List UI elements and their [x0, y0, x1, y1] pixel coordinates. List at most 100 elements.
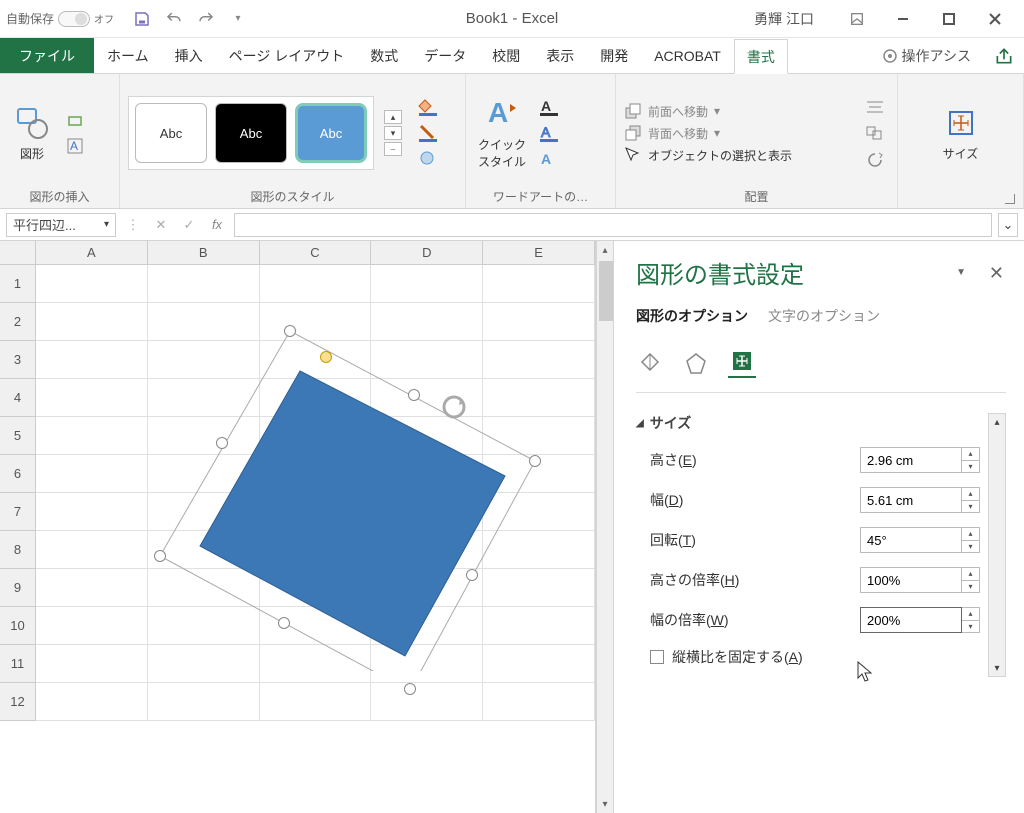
pane-close-icon[interactable]: ✕: [989, 263, 1004, 284]
cell[interactable]: [36, 645, 148, 683]
cell[interactable]: [36, 531, 148, 569]
resize-handle[interactable]: [284, 325, 296, 337]
spin-up-icon[interactable]: ▴: [962, 568, 979, 581]
gallery-expand[interactable]: ▴ ▾ ⎯: [384, 110, 402, 156]
cell[interactable]: [36, 265, 148, 303]
resize-handle[interactable]: [529, 455, 541, 467]
row-header[interactable]: 12: [0, 683, 36, 721]
shape-parallelogram[interactable]: [160, 331, 540, 671]
rotation-handle[interactable]: [320, 351, 332, 363]
row-header[interactable]: 6: [0, 455, 36, 493]
scale-height-spinner[interactable]: ▴▾: [962, 567, 980, 593]
size-properties-icon[interactable]: [728, 350, 756, 378]
text-box-icon[interactable]: A: [62, 135, 90, 157]
row-header[interactable]: 7: [0, 493, 36, 531]
scroll-down-icon[interactable]: ▾: [597, 795, 613, 813]
fbar-more-icon[interactable]: ⋮: [122, 213, 144, 237]
cell[interactable]: [371, 265, 483, 303]
spin-down-icon[interactable]: ▾: [962, 501, 979, 513]
col-header[interactable]: B: [148, 241, 260, 264]
edit-shape-icon[interactable]: [62, 109, 90, 131]
tab-page-layout[interactable]: ページ レイアウト: [216, 38, 358, 73]
scale-width-spinner[interactable]: ▴▾: [962, 607, 980, 633]
cell[interactable]: [36, 417, 148, 455]
formula-expand-icon[interactable]: ⌄: [998, 213, 1018, 237]
col-header[interactable]: E: [483, 241, 595, 264]
cell[interactable]: [36, 303, 148, 341]
scroll-up-icon[interactable]: ▴: [597, 241, 613, 259]
spin-up-icon[interactable]: ▴: [962, 528, 979, 541]
cell[interactable]: [36, 607, 148, 645]
col-header[interactable]: C: [260, 241, 372, 264]
tab-home[interactable]: ホーム: [94, 38, 162, 73]
row-header[interactable]: 8: [0, 531, 36, 569]
style-preset-black[interactable]: Abc: [215, 103, 287, 163]
gallery-up-icon[interactable]: ▴: [384, 110, 402, 124]
align-icon[interactable]: [861, 96, 889, 118]
quick-style-button[interactable]: A クイック スタイル: [474, 92, 530, 174]
cell[interactable]: [483, 265, 595, 303]
qat-customize-icon[interactable]: ▾: [228, 9, 248, 29]
tab-view[interactable]: 表示: [533, 38, 587, 73]
undo-icon[interactable]: [164, 9, 184, 29]
user-name[interactable]: 勇輝 江口: [754, 9, 814, 29]
row-header[interactable]: 4: [0, 379, 36, 417]
resize-handle[interactable]: [278, 617, 290, 629]
row-header[interactable]: 9: [0, 569, 36, 607]
tab-tell-me[interactable]: 操作アシス: [869, 38, 984, 73]
style-gallery[interactable]: Abc Abc Abc: [128, 96, 374, 170]
text-outline-icon[interactable]: A: [536, 122, 564, 144]
pane-tab-shape-options[interactable]: 図形のオプション: [636, 306, 748, 330]
dialog-launcher-icon[interactable]: [1005, 194, 1015, 204]
rotation-spinner[interactable]: ▴▾: [962, 527, 980, 553]
save-icon[interactable]: [132, 9, 152, 29]
tab-formulas[interactable]: 数式: [357, 38, 411, 73]
cell[interactable]: [36, 493, 148, 531]
formula-input[interactable]: [234, 213, 992, 237]
shapes-button[interactable]: 図形: [8, 101, 56, 166]
tab-format[interactable]: 書式: [734, 39, 788, 74]
share-icon[interactable]: [984, 38, 1024, 73]
resize-handle[interactable]: [154, 550, 166, 562]
tab-insert[interactable]: 挿入: [162, 38, 216, 73]
scroll-up-icon[interactable]: ▴: [989, 414, 1005, 430]
spin-up-icon[interactable]: ▴: [962, 448, 979, 461]
scale-height-input[interactable]: [860, 567, 962, 593]
close-button[interactable]: [972, 2, 1018, 36]
scroll-down-icon[interactable]: ▾: [989, 660, 1005, 676]
shape-fill-icon[interactable]: [414, 96, 442, 118]
pane-tab-text-options[interactable]: 文字のオプション: [768, 306, 880, 330]
cell[interactable]: [36, 455, 148, 493]
autosave-toggle[interactable]: [58, 11, 90, 27]
width-input[interactable]: [860, 487, 962, 513]
height-spinner[interactable]: ▴▾: [962, 447, 980, 473]
style-preset-blue[interactable]: Abc: [295, 103, 367, 163]
text-fill-icon[interactable]: A: [536, 96, 564, 118]
autosave-control[interactable]: 自動保存 オフ: [6, 10, 114, 27]
scroll-thumb[interactable]: [599, 261, 613, 321]
ribbon-options-icon[interactable]: [834, 2, 880, 36]
cell[interactable]: [36, 569, 148, 607]
resize-handle[interactable]: [404, 683, 416, 695]
fx-icon[interactable]: fx: [206, 213, 228, 237]
tab-file[interactable]: ファイル: [0, 38, 94, 73]
tab-review[interactable]: 校閲: [479, 38, 533, 73]
redo-icon[interactable]: [196, 9, 216, 29]
cell[interactable]: [483, 683, 595, 721]
spin-up-icon[interactable]: ▴: [962, 608, 979, 621]
enter-icon[interactable]: ✓: [178, 213, 200, 237]
row-header[interactable]: 11: [0, 645, 36, 683]
resize-handle[interactable]: [216, 437, 228, 449]
minimize-button[interactable]: [880, 2, 926, 36]
bring-forward-button[interactable]: 前面へ移動 ▾: [624, 102, 792, 120]
group-icon[interactable]: [861, 122, 889, 144]
row-header[interactable]: 3: [0, 341, 36, 379]
text-effects-icon[interactable]: A: [536, 148, 564, 170]
resize-handle[interactable]: [466, 569, 478, 581]
shape-outline-icon[interactable]: [414, 122, 442, 144]
row-header[interactable]: 2: [0, 303, 36, 341]
style-preset-white[interactable]: Abc: [135, 103, 207, 163]
cell[interactable]: [36, 683, 148, 721]
maximize-button[interactable]: [926, 2, 972, 36]
worksheet[interactable]: A B C D E 123456789101112: [0, 241, 596, 813]
